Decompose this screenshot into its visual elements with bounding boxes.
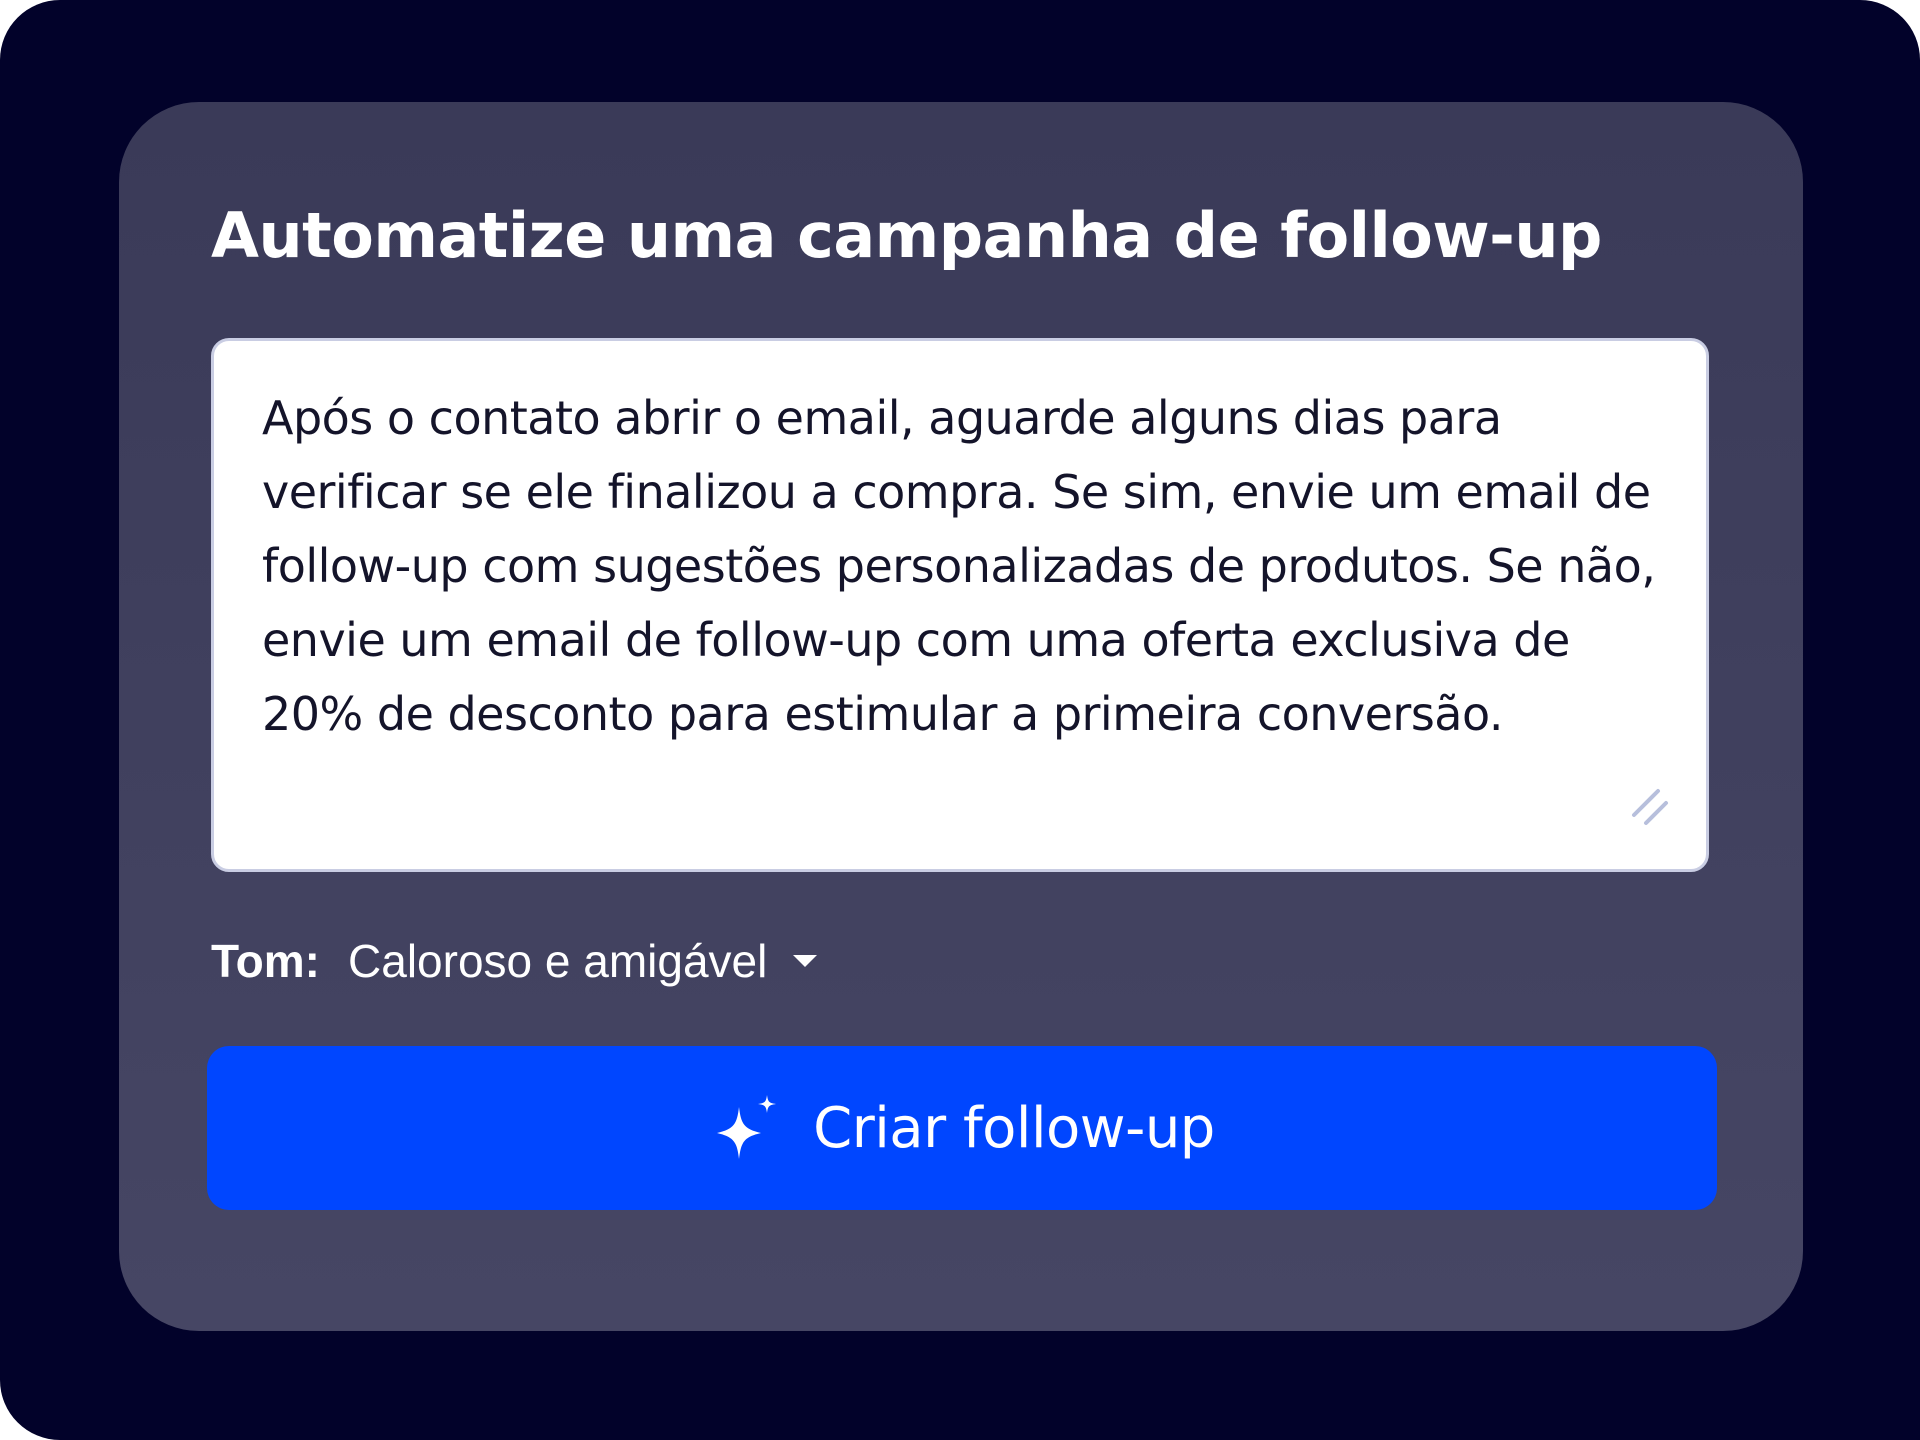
follow-up-campaign-card: Automatize uma campanha de follow-up Apó… [119, 102, 1803, 1331]
create-follow-up-label: Criar follow-up [813, 1095, 1215, 1161]
prompt-textarea[interactable]: Após o contato abrir o email, aguarde al… [211, 338, 1709, 872]
chevron-down-icon [793, 955, 818, 967]
tone-selected-value: Caloroso e amigável [348, 935, 768, 987]
resize-handle-icon[interactable] [1628, 785, 1672, 829]
prompt-text: Após o contato abrir o email, aguarde al… [262, 391, 1656, 741]
create-follow-up-button[interactable]: Criar follow-up [207, 1046, 1717, 1210]
app-background: Automatize uma campanha de follow-up Apó… [0, 0, 1920, 1440]
tone-dropdown[interactable]: Caloroso e amigável [348, 934, 819, 988]
tone-row: Tom: Caloroso e amigável [211, 926, 819, 996]
card-title: Automatize uma campanha de follow-up [211, 199, 1602, 272]
tone-label: Tom: [211, 935, 321, 987]
sparkle-icon [717, 1095, 777, 1159]
